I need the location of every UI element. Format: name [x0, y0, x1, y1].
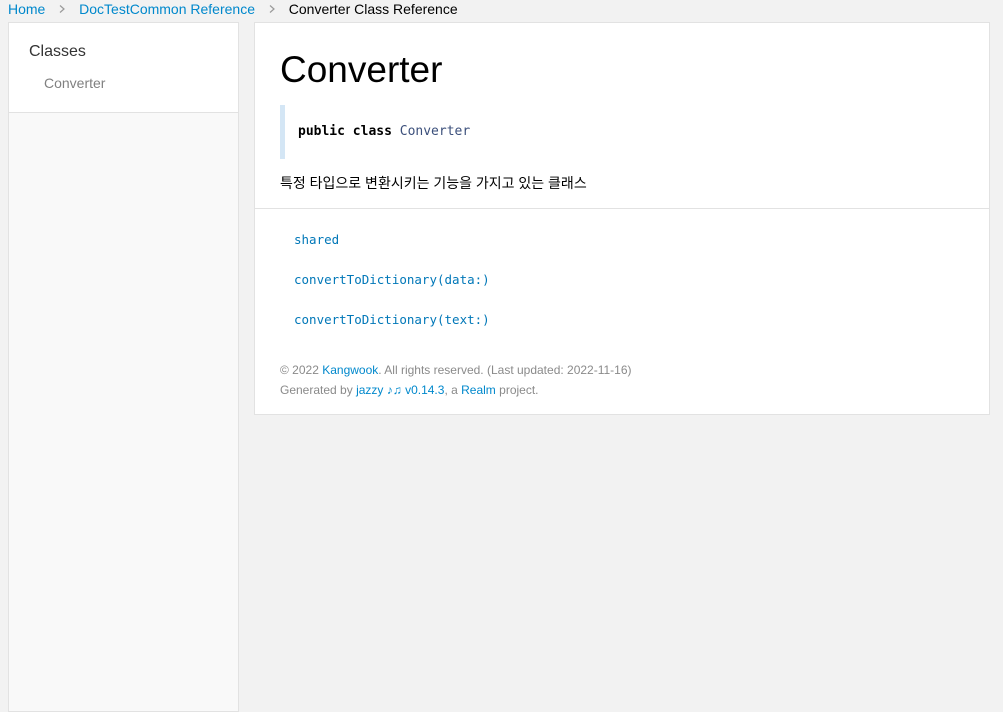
declaration-block: public class Converter	[280, 105, 964, 159]
sidebar-nav-group: Classes Converter	[9, 23, 238, 113]
class-intro: Converter public class Converter 특정 타입으로…	[255, 23, 989, 209]
declaration-keywords: public class	[298, 124, 392, 139]
task-list: shared convertToDictionary(data:) conver…	[255, 209, 989, 328]
footer-generated: Generated by jazzy ♪♫ v0.14.3, a Realm p…	[280, 380, 989, 400]
chevron-right-icon	[268, 5, 276, 13]
footer: © 2022 Kangwook. All rights reserved. (L…	[255, 351, 989, 400]
copyright-prefix: © 2022	[280, 363, 323, 377]
sidebar: Classes Converter	[8, 22, 239, 712]
breadcrumb-home-link[interactable]: Home	[8, 1, 45, 17]
generated-prefix: Generated by	[280, 383, 357, 397]
class-abstract: 특정 타입으로 변환시키는 기능을 가지고 있는 클래스	[280, 175, 587, 191]
task-link-convert-text[interactable]: convertToDictionary(text:)	[294, 311, 989, 328]
page-title: Converter	[280, 49, 443, 90]
chevron-right-icon	[58, 5, 66, 13]
declaration-type-name: Converter	[399, 124, 471, 139]
breadcrumb: Home DocTestCommon Reference Converter C…	[8, 0, 458, 18]
copyright-suffix: . All rights reserved. (Last updated: 20…	[378, 363, 632, 377]
sidebar-item-converter[interactable]: Converter	[44, 74, 238, 92]
breadcrumb-module-link[interactable]: DocTestCommon Reference	[79, 1, 255, 17]
jazzy-link[interactable]: jazzy ♪♫ v0.14.3	[356, 383, 444, 397]
task-link-convert-data[interactable]: convertToDictionary(data:)	[294, 271, 989, 288]
task-link-shared[interactable]: shared	[294, 231, 989, 248]
realm-link[interactable]: Realm	[461, 383, 496, 397]
footer-copyright: © 2022 Kangwook. All rights reserved. (L…	[280, 360, 989, 380]
generated-mid: , a	[444, 383, 462, 397]
main-content: Converter public class Converter 특정 타입으로…	[254, 22, 990, 415]
author-link[interactable]: Kangwook	[322, 363, 378, 377]
sidebar-group-title[interactable]: Classes	[29, 42, 238, 62]
generated-suffix: project.	[495, 383, 539, 397]
breadcrumb-current: Converter Class Reference	[288, 1, 458, 17]
